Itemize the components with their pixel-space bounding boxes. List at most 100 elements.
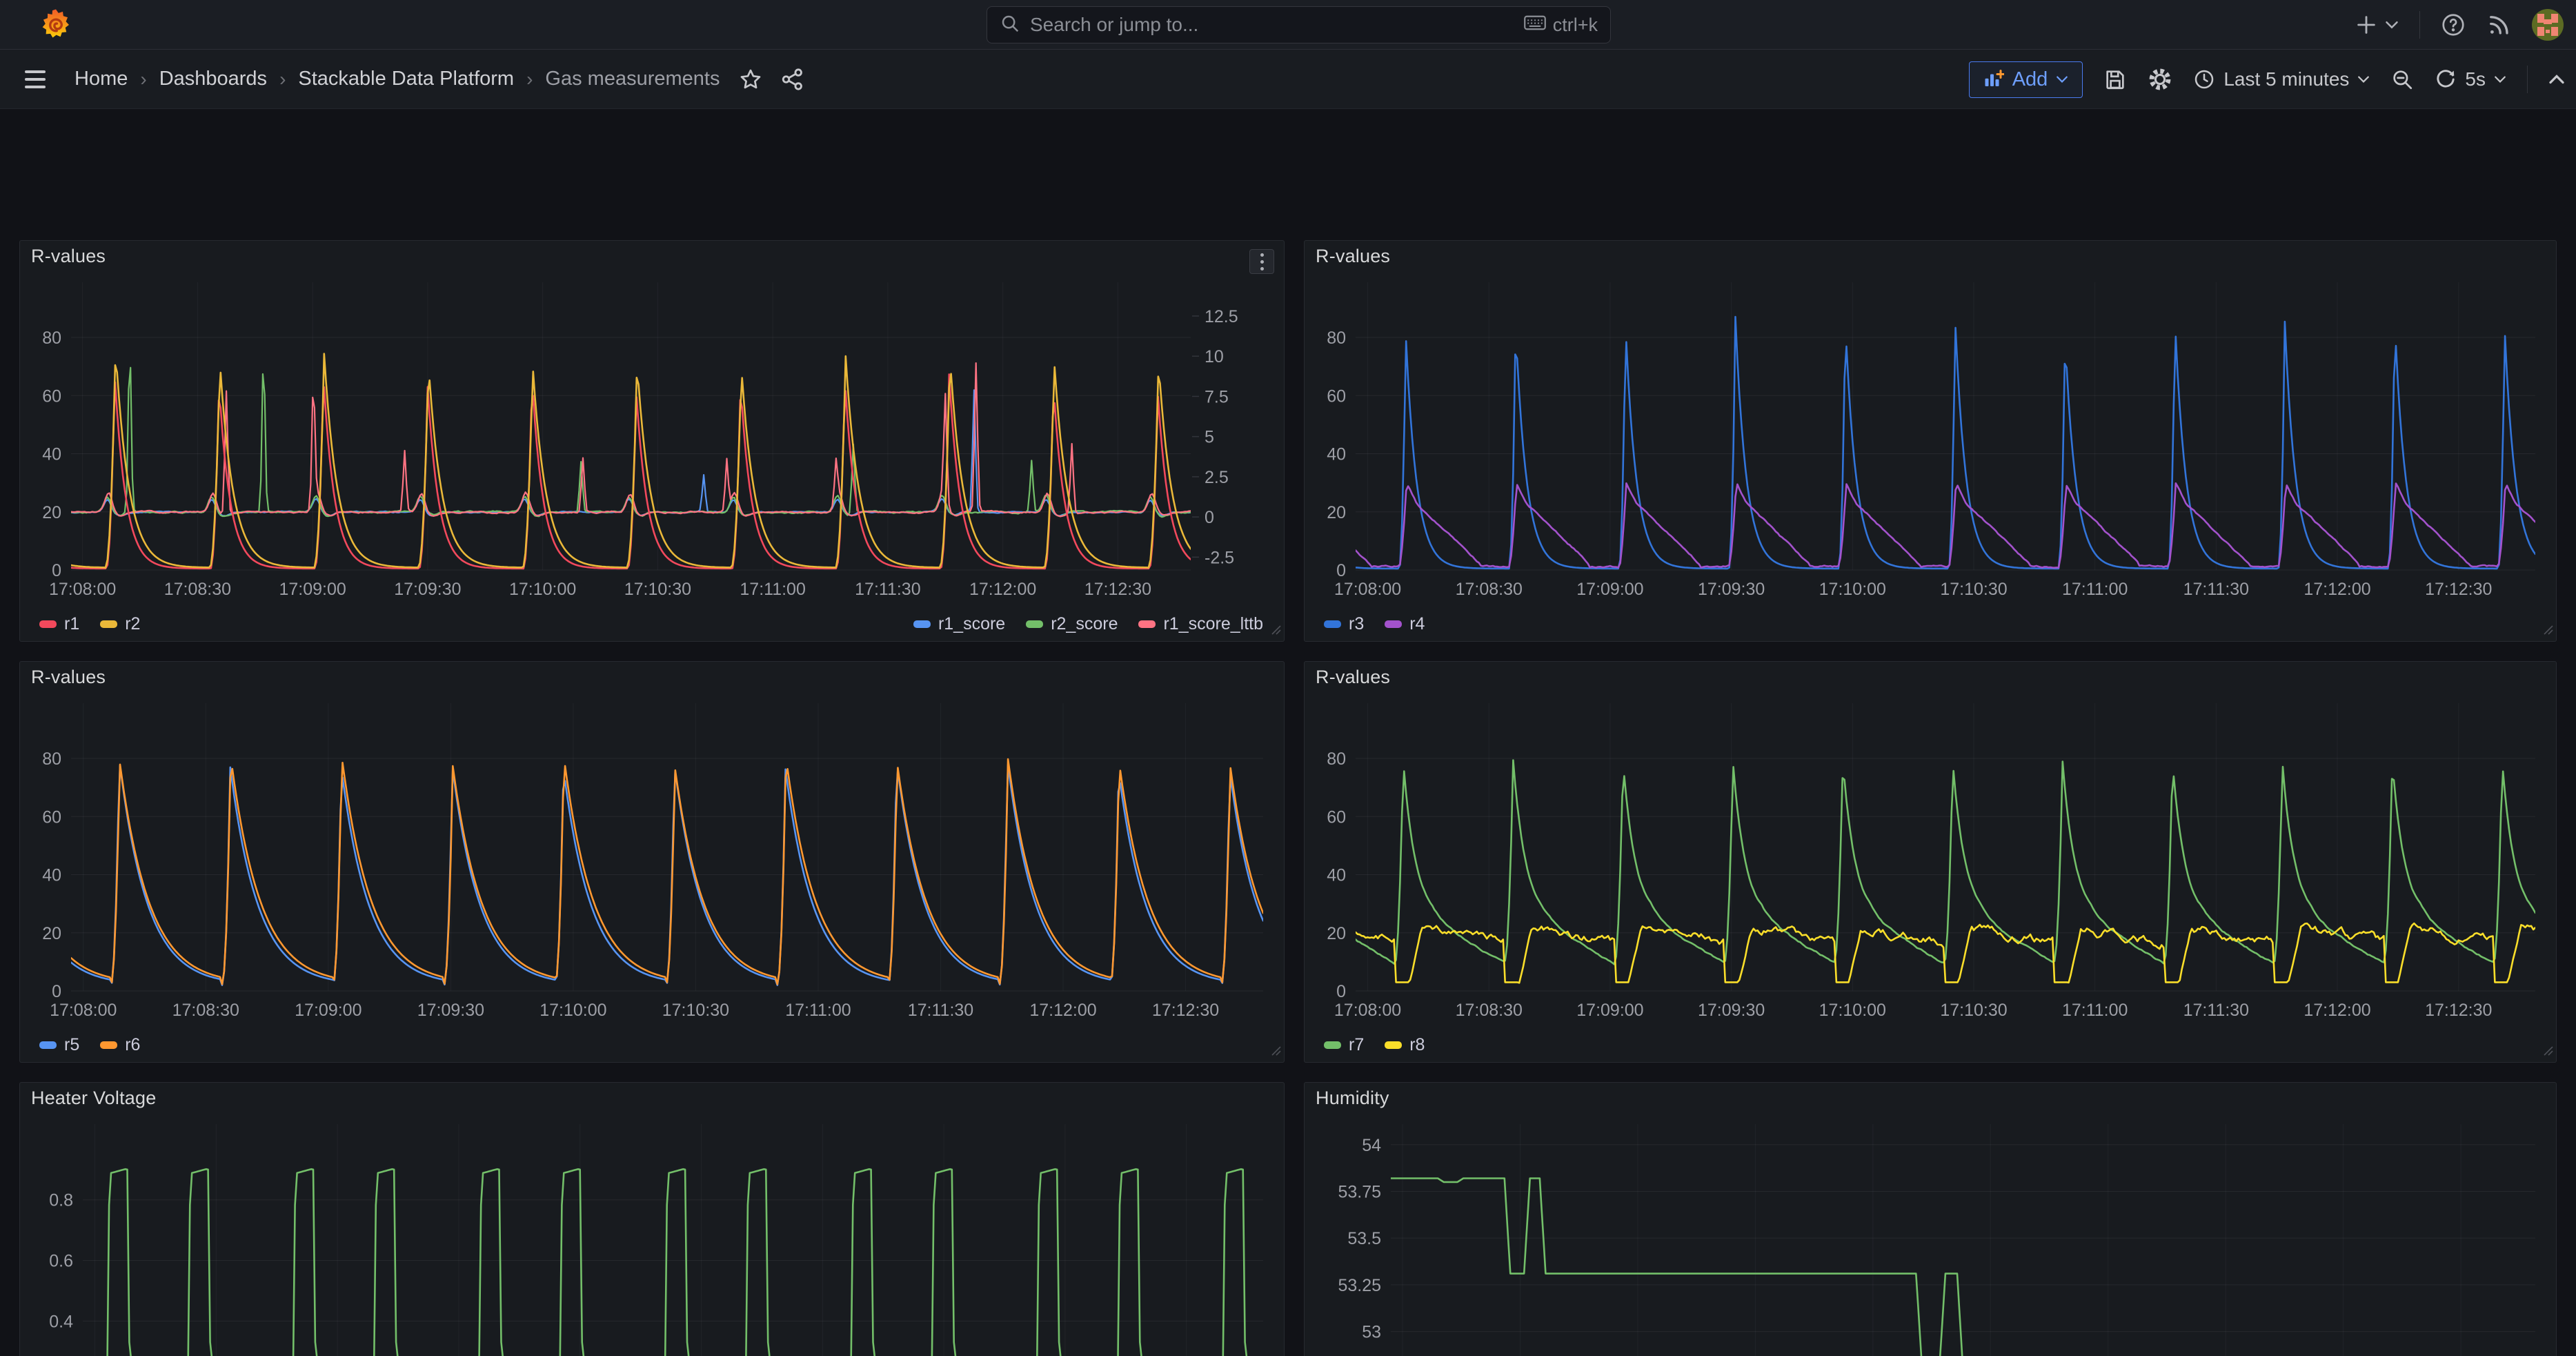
divider	[2419, 11, 2420, 39]
panel-title[interactable]: R-values	[1316, 246, 1390, 267]
legend-label: r5	[64, 1035, 79, 1055]
dashboard-settings-button[interactable]	[2148, 67, 2172, 92]
breadcrumb-dashboards[interactable]: Dashboards	[159, 68, 267, 90]
svg-text:60: 60	[42, 807, 61, 827]
legend-item-r6[interactable]: r6	[100, 1035, 140, 1055]
svg-text:17:10:30: 17:10:30	[1940, 580, 2007, 599]
svg-text:60: 60	[1327, 386, 1346, 406]
star-icon	[739, 68, 762, 91]
chart-heater-voltage[interactable]: 17:08:0017:08:3017:09:0017:09:3017:10:00…	[20, 1113, 1284, 1356]
legend-item-r5[interactable]: r5	[39, 1035, 79, 1055]
legend: r7 r8	[1324, 1030, 2535, 1059]
svg-text:0: 0	[52, 561, 61, 580]
legend-swatch	[100, 1041, 117, 1049]
breadcrumb-folder[interactable]: Stackable Data Platform	[298, 68, 514, 90]
svg-text:17:08:30: 17:08:30	[1456, 1001, 1523, 1020]
svg-text:17:12:00: 17:12:00	[2303, 580, 2370, 599]
svg-text:0.6: 0.6	[49, 1252, 73, 1271]
panel-title[interactable]: Humidity	[1316, 1088, 1389, 1109]
legend-swatch	[39, 620, 57, 628]
chart-r-values-4[interactable]: 17:08:0017:08:3017:09:0017:09:3017:10:00…	[1305, 692, 2556, 1029]
breadcrumb-separator: ›	[526, 68, 533, 90]
panel-title[interactable]: R-values	[31, 246, 106, 267]
time-range-picker[interactable]: Last 5 minutes	[2193, 68, 2370, 90]
panel-resize-handle[interactable]	[2542, 624, 2553, 638]
legend-item-r2_score[interactable]: r2_score	[1026, 614, 1118, 634]
breadcrumb-home[interactable]: Home	[75, 68, 128, 90]
zoom-out-icon	[2390, 68, 2414, 91]
panel-menu-button[interactable]	[1249, 249, 1274, 274]
svg-text:17:10:00: 17:10:00	[539, 1001, 606, 1020]
chart-r-values-1[interactable]: 17:08:0017:08:3017:09:0017:09:3017:10:00…	[20, 271, 1284, 608]
svg-text:-2.5: -2.5	[1205, 548, 1234, 567]
news-button[interactable]	[2486, 12, 2511, 37]
menu-toggle-button[interactable]	[25, 70, 46, 88]
svg-text:40: 40	[42, 445, 61, 464]
panel-humidity: Humidity 17:08:0017:08:3017:09:0017:09:3…	[1304, 1082, 2557, 1356]
svg-text:17:10:00: 17:10:00	[1819, 1001, 1886, 1020]
legend-item-r3[interactable]: r3	[1324, 614, 1364, 634]
panel-title[interactable]: R-values	[1316, 667, 1390, 688]
help-button[interactable]	[2441, 12, 2466, 37]
save-dashboard-button[interactable]	[2103, 68, 2127, 91]
svg-text:17:09:30: 17:09:30	[1698, 580, 1765, 599]
svg-text:12.5: 12.5	[1205, 307, 1238, 326]
legend-swatch	[1138, 620, 1156, 628]
svg-text:17:09:00: 17:09:00	[1576, 580, 1643, 599]
grafana-logo-icon[interactable]	[39, 8, 73, 42]
svg-text:17:08:30: 17:08:30	[164, 580, 231, 599]
svg-text:54: 54	[1362, 1136, 1381, 1155]
search-input[interactable]	[1030, 14, 1514, 36]
collapse-toolbar-button[interactable]	[2548, 74, 2565, 85]
panel-resize-handle[interactable]	[1270, 1045, 1281, 1059]
legend-label: r1	[64, 614, 79, 634]
svg-text:17:12:30: 17:12:30	[1084, 580, 1151, 599]
zoom-out-button[interactable]	[2390, 68, 2414, 91]
svg-text:0: 0	[1336, 561, 1346, 580]
panel-resize-handle[interactable]	[2542, 1045, 2553, 1059]
legend-item-r8[interactable]: r8	[1385, 1035, 1425, 1055]
global-search[interactable]: ctrl+k	[987, 6, 1611, 43]
add-panel-button[interactable]: Add	[1969, 61, 2083, 98]
chart-r-values-2[interactable]: 17:08:0017:08:3017:09:0017:09:3017:10:00…	[1305, 271, 2556, 608]
legend-label: r4	[1409, 614, 1425, 634]
svg-text:17:09:30: 17:09:30	[394, 580, 461, 599]
legend-item-r2[interactable]: r2	[100, 614, 140, 634]
svg-text:17:09:00: 17:09:00	[295, 1001, 361, 1020]
svg-text:20: 20	[1327, 503, 1346, 522]
user-avatar[interactable]	[2532, 9, 2564, 41]
refresh-interval-label: 5s	[2465, 68, 2486, 90]
svg-text:17:09:00: 17:09:00	[279, 580, 346, 599]
refresh-picker[interactable]: 5s	[2435, 68, 2506, 90]
search-icon	[1000, 13, 1020, 37]
breadcrumb-current[interactable]: Gas measurements	[545, 68, 720, 90]
svg-text:17:11:00: 17:11:00	[2062, 1001, 2128, 1020]
chart-r-values-3[interactable]: 17:08:0017:08:3017:09:0017:09:3017:10:00…	[20, 692, 1284, 1029]
legend-item-r7[interactable]: r7	[1324, 1035, 1364, 1055]
legend-item-r1_score_lttb[interactable]: r1_score_lttb	[1138, 614, 1263, 634]
legend-item-r1_score[interactable]: r1_score	[913, 614, 1005, 634]
panel-title[interactable]: R-values	[31, 667, 106, 688]
chevron-down-icon	[2056, 75, 2068, 83]
share-button[interactable]	[780, 68, 804, 91]
divider	[2527, 66, 2528, 93]
svg-text:17:10:00: 17:10:00	[509, 580, 576, 599]
rss-icon	[2486, 12, 2511, 37]
panel-title[interactable]: Heater Voltage	[31, 1088, 156, 1109]
svg-text:17:08:00: 17:08:00	[1334, 580, 1401, 599]
svg-text:0: 0	[52, 982, 61, 1001]
svg-text:5: 5	[1205, 428, 1214, 447]
svg-text:17:08:00: 17:08:00	[50, 1001, 117, 1020]
clock-icon	[2193, 68, 2215, 90]
panel-r-values-1: R-values 17:08:0017:08:3017:09:0017:09:3…	[19, 240, 1285, 642]
new-menu-button[interactable]	[2355, 13, 2399, 37]
shortcut-label: ctrl+k	[1553, 14, 1598, 36]
legend: r3 r4	[1324, 609, 2535, 638]
breadcrumb-separator: ›	[279, 68, 286, 90]
favorite-button[interactable]	[739, 68, 762, 91]
panel-resize-handle[interactable]	[1270, 624, 1281, 638]
chart-humidity[interactable]: 17:08:0017:08:3017:09:0017:09:3017:10:00…	[1305, 1113, 2556, 1356]
svg-text:17:09:30: 17:09:30	[1698, 1001, 1765, 1020]
legend-item-r4[interactable]: r4	[1385, 614, 1425, 634]
legend-item-r1[interactable]: r1	[39, 614, 79, 634]
